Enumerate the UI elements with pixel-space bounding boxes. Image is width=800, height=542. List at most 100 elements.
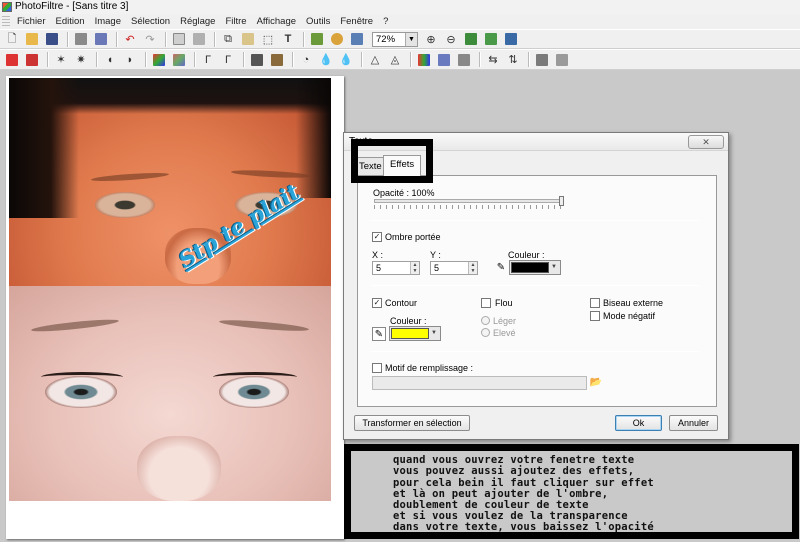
tab-effets[interactable]: Effets (383, 155, 422, 176)
shadow-x-label: X : (372, 250, 384, 260)
emboss-icon[interactable]: ◬ (386, 52, 404, 68)
scan-icon[interactable] (92, 31, 110, 47)
saturation-plus-icon[interactable] (150, 52, 168, 68)
flat-image-icon[interactable] (190, 31, 208, 47)
triangle-icon[interactable]: △ (366, 52, 384, 68)
text-tool-icon[interactable]: T (279, 31, 297, 47)
auto-levels-icon[interactable] (3, 52, 21, 68)
title-bar: PhotoFiltre - [Sans titre 3] (0, 0, 800, 14)
saturation-minus-icon[interactable] (170, 52, 188, 68)
shadow-checkbox[interactable]: ✓ (372, 232, 382, 242)
menu-reglage[interactable]: Réglage (175, 14, 220, 29)
stepper-arrows-icon[interactable]: ▲ ▼ (468, 262, 477, 274)
hue-icon[interactable] (435, 52, 453, 68)
selection-icon[interactable]: ⬚ (259, 31, 277, 47)
flou-leger-radio[interactable] (481, 316, 490, 325)
flip-horizontal-icon[interactable]: ⇆ (484, 52, 502, 68)
toolbar-separator (96, 52, 97, 67)
negatif-checkbox[interactable] (590, 311, 600, 321)
negatif-label: Mode négatif (603, 311, 656, 321)
annotation-line: dans votre texte, vous baissez l'opacité (393, 521, 654, 533)
shadow-x-stepper[interactable]: 5 ▲ ▼ (372, 261, 420, 275)
shadow-x-value: 5 (376, 263, 382, 273)
gamma-plus-icon[interactable]: Γ (199, 52, 217, 68)
drop-icon[interactable]: 💧 (317, 52, 335, 68)
zoom-select[interactable]: 72% ▼ (372, 31, 418, 47)
chevron-down-icon[interactable]: ▼ (549, 261, 559, 274)
contrast-plus-icon[interactable]: ◖ (101, 52, 119, 68)
menu-selection[interactable]: Sélection (126, 14, 175, 29)
eyelash-shape (41, 372, 123, 382)
menu-bar: Fichier Edition Image Sélection Réglage … (0, 14, 800, 29)
fit-window-icon[interactable] (462, 31, 480, 47)
flou-eleve-radio[interactable] (481, 328, 490, 337)
app-icon (2, 2, 12, 12)
eyedropper-icon[interactable]: ✎ (372, 327, 386, 341)
photo-face-bottom (9, 286, 331, 501)
transparent-color-icon[interactable] (170, 31, 188, 47)
contrast-minus-icon[interactable]: ◗ (121, 52, 139, 68)
flip-vertical-icon[interactable]: ⇅ (504, 52, 522, 68)
rotate-icon[interactable] (533, 52, 551, 68)
menu-affichage[interactable]: Affichage (252, 14, 301, 29)
motif-checkbox[interactable] (372, 363, 382, 373)
toolbar-separator (47, 52, 48, 67)
histogram-icon[interactable] (455, 52, 473, 68)
blur-icon[interactable]: ◔ (297, 52, 315, 68)
fullscreen-icon[interactable] (502, 31, 520, 47)
cancel-button[interactable]: Annuler (669, 415, 718, 431)
menu-help[interactable]: ? (378, 14, 393, 29)
flou-checkbox[interactable] (481, 298, 491, 308)
auto-contrast-icon[interactable] (23, 52, 41, 68)
color-balance-icon[interactable] (415, 52, 433, 68)
resize-icon[interactable] (553, 52, 571, 68)
sepia-icon[interactable] (268, 52, 286, 68)
menu-filtre[interactable]: Filtre (220, 14, 251, 29)
toolbar-separator (303, 31, 304, 47)
close-icon[interactable]: ✕ (688, 135, 724, 149)
opacity-slider-thumb[interactable] (559, 196, 564, 206)
plugin-icon[interactable] (328, 31, 346, 47)
shadow-color-picker[interactable]: ▼ (509, 260, 561, 275)
chevron-down-icon[interactable]: ▼ (405, 32, 417, 46)
menu-edition[interactable]: Edition (51, 14, 90, 29)
annotation-line: vous pouvez aussi ajoutez des effets, (393, 465, 635, 477)
layers-icon[interactable] (308, 31, 326, 47)
brightness-plus-icon[interactable]: ✶ (52, 52, 70, 68)
brightness-minus-icon[interactable]: ✷ (72, 52, 90, 68)
ok-button[interactable]: Ok (615, 415, 662, 431)
open-folder-icon[interactable] (23, 31, 41, 47)
motif-field[interactable] (372, 376, 587, 390)
stepper-arrows-icon[interactable]: ▲ ▼ (410, 262, 419, 274)
grayscale-icon[interactable] (248, 52, 266, 68)
chevron-down-icon[interactable]: ▼ (429, 327, 439, 340)
menu-outils[interactable]: Outils (301, 14, 335, 29)
contour-checkbox[interactable]: ✓ (372, 298, 382, 308)
eyedropper-icon[interactable]: ✎ (494, 261, 508, 275)
shadow-y-stepper[interactable]: 5 ▲ ▼ (430, 261, 478, 275)
window-icon[interactable] (348, 31, 366, 47)
redo-icon[interactable]: ↷ (141, 31, 159, 47)
menu-fichier[interactable]: Fichier (12, 14, 51, 29)
zoom-in-icon[interactable]: ⊕ (422, 31, 440, 47)
gamma-minus-icon[interactable]: Γ (219, 52, 237, 68)
actual-size-icon[interactable] (482, 31, 500, 47)
new-file-icon[interactable]: 🗋 (3, 31, 21, 47)
copy-icon[interactable]: ⧉ (219, 31, 237, 47)
sharpen-icon[interactable]: 💧 (337, 52, 355, 68)
folder-open-icon[interactable]: 📂 (589, 376, 603, 390)
menu-fenetre[interactable]: Fenêtre (335, 14, 378, 29)
opacity-slider[interactable] (374, 199, 562, 203)
zoom-out-icon[interactable]: ⊖ (442, 31, 460, 47)
menu-image[interactable]: Image (90, 14, 126, 29)
contour-color-picker[interactable]: ▼ (389, 326, 441, 341)
shadow-color-swatch (511, 262, 549, 273)
save-icon[interactable] (43, 31, 61, 47)
transform-selection-button[interactable]: Transformer en sélection (354, 415, 470, 431)
flou-eleve-label: Elevé (493, 328, 516, 338)
print-icon[interactable] (72, 31, 90, 47)
paste-icon[interactable] (239, 31, 257, 47)
undo-icon[interactable]: ↶ (121, 31, 139, 47)
shadow-y-label: Y : (430, 250, 441, 260)
biseau-checkbox[interactable] (590, 298, 600, 308)
